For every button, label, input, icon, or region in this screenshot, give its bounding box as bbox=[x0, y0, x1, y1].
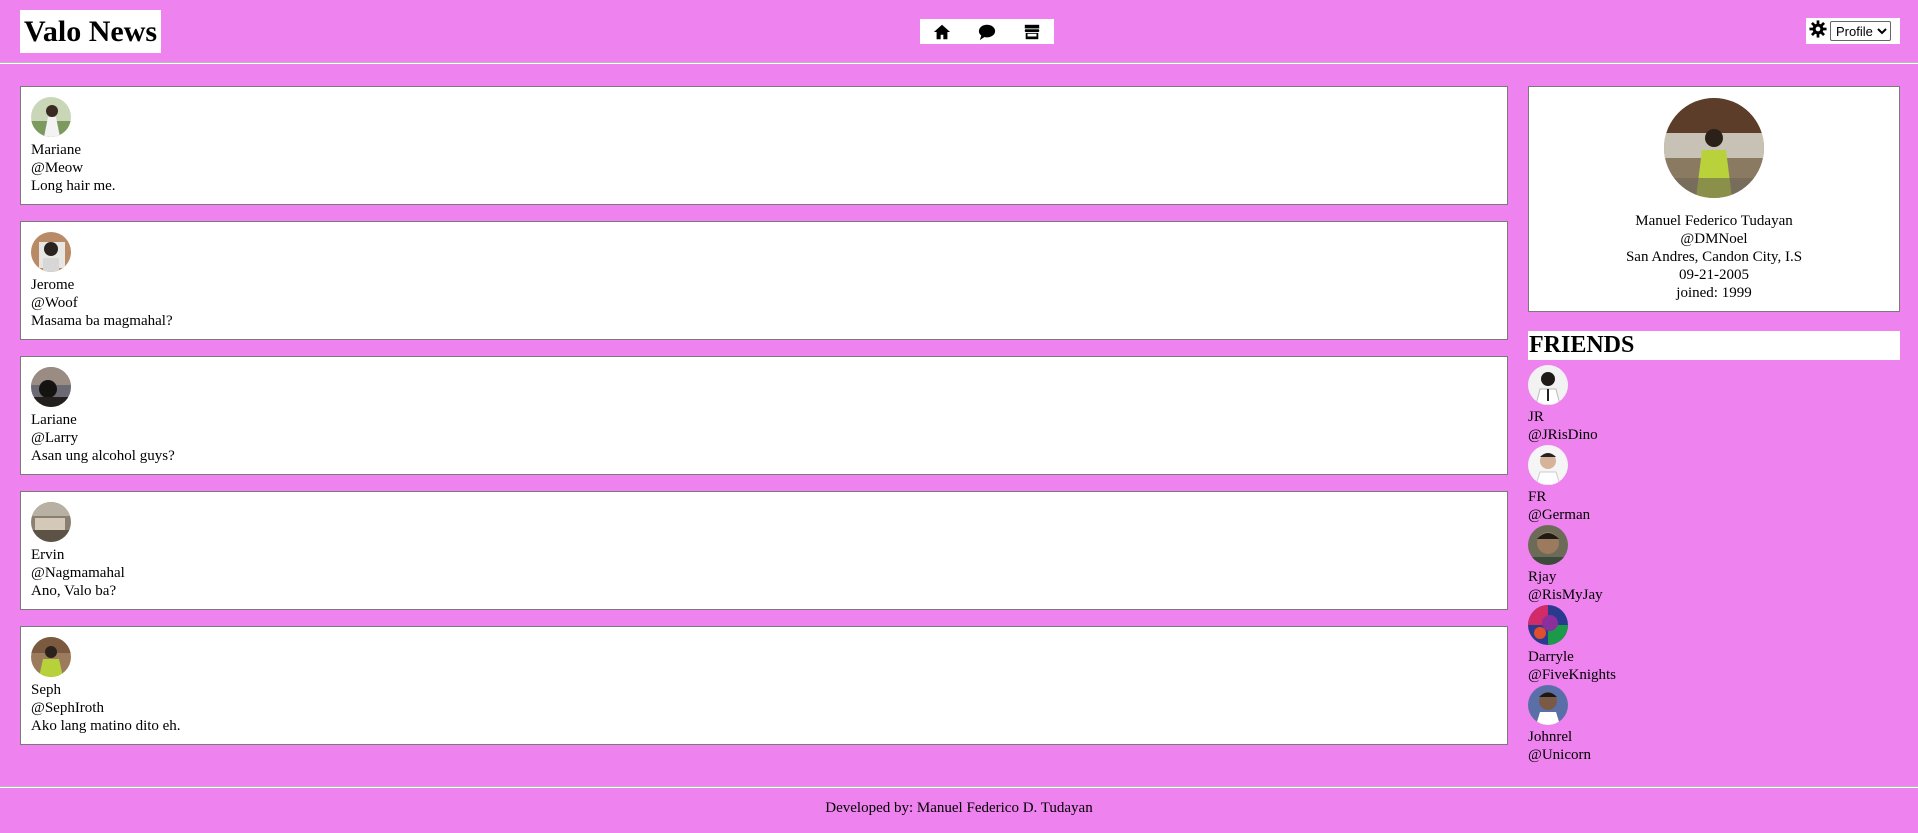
friend-handle: @Unicorn bbox=[1528, 747, 1591, 763]
post-handle[interactable]: @Meow bbox=[31, 159, 1497, 177]
avatar[interactable] bbox=[1528, 365, 1568, 405]
post-handle[interactable]: @Woof bbox=[31, 294, 1497, 312]
post-author[interactable]: Jerome bbox=[31, 276, 1497, 294]
avatar[interactable] bbox=[31, 502, 71, 542]
avatar[interactable] bbox=[1528, 605, 1568, 645]
avatar[interactable] bbox=[31, 232, 71, 272]
post-author[interactable]: Lariane bbox=[31, 411, 1497, 429]
friend-name: JR bbox=[1528, 409, 1544, 425]
profile-card: Manuel Federico Tudayan @DMNoel San Andr… bbox=[1528, 86, 1900, 312]
gear-icon[interactable] bbox=[1809, 19, 1827, 43]
site-title: Valo News bbox=[20, 10, 162, 53]
comment-icon[interactable] bbox=[977, 22, 997, 42]
profile-joined: joined: 1999 bbox=[1676, 285, 1752, 301]
footer-divider bbox=[0, 786, 1918, 788]
header: Valo News Profile bbox=[0, 0, 1918, 62]
post-card: Lariane @Larry Asan ung alcohol guys? bbox=[20, 356, 1508, 475]
post-author[interactable]: Mariane bbox=[31, 141, 1497, 159]
friend-name: Johnrel bbox=[1528, 729, 1573, 745]
avatar[interactable] bbox=[31, 367, 71, 407]
avatar[interactable] bbox=[1528, 685, 1568, 725]
friends-panel: FRIENDS JR @JRisDino FR @German Rjay @Ri… bbox=[1528, 331, 1900, 765]
post-author[interactable]: Seph bbox=[31, 681, 1497, 699]
post-card: Ervin @Nagmamahal Ano, Valo ba? bbox=[20, 491, 1508, 610]
friend-item[interactable]: Darryle @FiveKnights bbox=[1528, 605, 1900, 685]
post-feed: Mariane @Meow Long hair me. Jerome @Woof… bbox=[20, 86, 1508, 761]
friend-item[interactable]: Johnrel @Unicorn bbox=[1528, 685, 1900, 765]
friend-handle: @FiveKnights bbox=[1528, 667, 1616, 683]
friend-item[interactable]: Rjay @RisMyJay bbox=[1528, 525, 1900, 605]
post-card: Mariane @Meow Long hair me. bbox=[20, 86, 1508, 205]
post-text: Masama ba magmahal? bbox=[31, 313, 173, 329]
post-text: Long hair me. bbox=[31, 178, 116, 194]
post-text: Ako lang matino dito eh. bbox=[31, 718, 181, 734]
friend-item[interactable]: JR @JRisDino bbox=[1528, 365, 1900, 445]
avatar[interactable] bbox=[1528, 525, 1568, 565]
post-handle[interactable]: @Nagmamahal bbox=[31, 564, 1497, 582]
avatar[interactable] bbox=[31, 637, 71, 677]
post-handle[interactable]: @Larry bbox=[31, 429, 1497, 447]
post-text: Ano, Valo ba? bbox=[31, 583, 117, 599]
post-author[interactable]: Ervin bbox=[31, 546, 1497, 564]
post-handle[interactable]: @SephIroth bbox=[31, 699, 1497, 717]
friend-name: FR bbox=[1528, 489, 1547, 505]
header-tools: Profile bbox=[1806, 18, 1900, 44]
friend-name: Darryle bbox=[1528, 649, 1574, 665]
profile-avatar[interactable] bbox=[1664, 98, 1764, 198]
avatar[interactable] bbox=[1528, 445, 1568, 485]
main-nav bbox=[920, 19, 1054, 44]
post-text: Asan ung alcohol guys? bbox=[31, 448, 175, 464]
profile-name: Manuel Federico Tudayan bbox=[1635, 213, 1793, 229]
avatar[interactable] bbox=[31, 97, 71, 137]
friend-handle: @RisMyJay bbox=[1528, 587, 1603, 603]
post-card: Jerome @Woof Masama ba magmahal? bbox=[20, 221, 1508, 340]
store-icon[interactable] bbox=[1022, 22, 1042, 42]
header-divider bbox=[0, 62, 1918, 64]
friend-handle: @German bbox=[1528, 507, 1591, 523]
profile-birthdate: 09-21-2005 bbox=[1679, 267, 1749, 283]
post-card: Seph @SephIroth Ako lang matino dito eh. bbox=[20, 626, 1508, 745]
profile-location: San Andres, Candon City, I.S bbox=[1625, 249, 1803, 265]
friends-heading: FRIENDS bbox=[1528, 331, 1900, 360]
home-icon[interactable] bbox=[932, 22, 952, 42]
footer-credit: Developed by: Manuel Federico D. Tudayan bbox=[825, 800, 1093, 816]
friend-name: Rjay bbox=[1528, 569, 1557, 585]
profile-handle: @DMNoel bbox=[1680, 231, 1748, 247]
friend-item[interactable]: FR @German bbox=[1528, 445, 1900, 525]
friend-handle: @JRisDino bbox=[1528, 427, 1598, 443]
profile-select[interactable]: Profile bbox=[1830, 21, 1891, 41]
